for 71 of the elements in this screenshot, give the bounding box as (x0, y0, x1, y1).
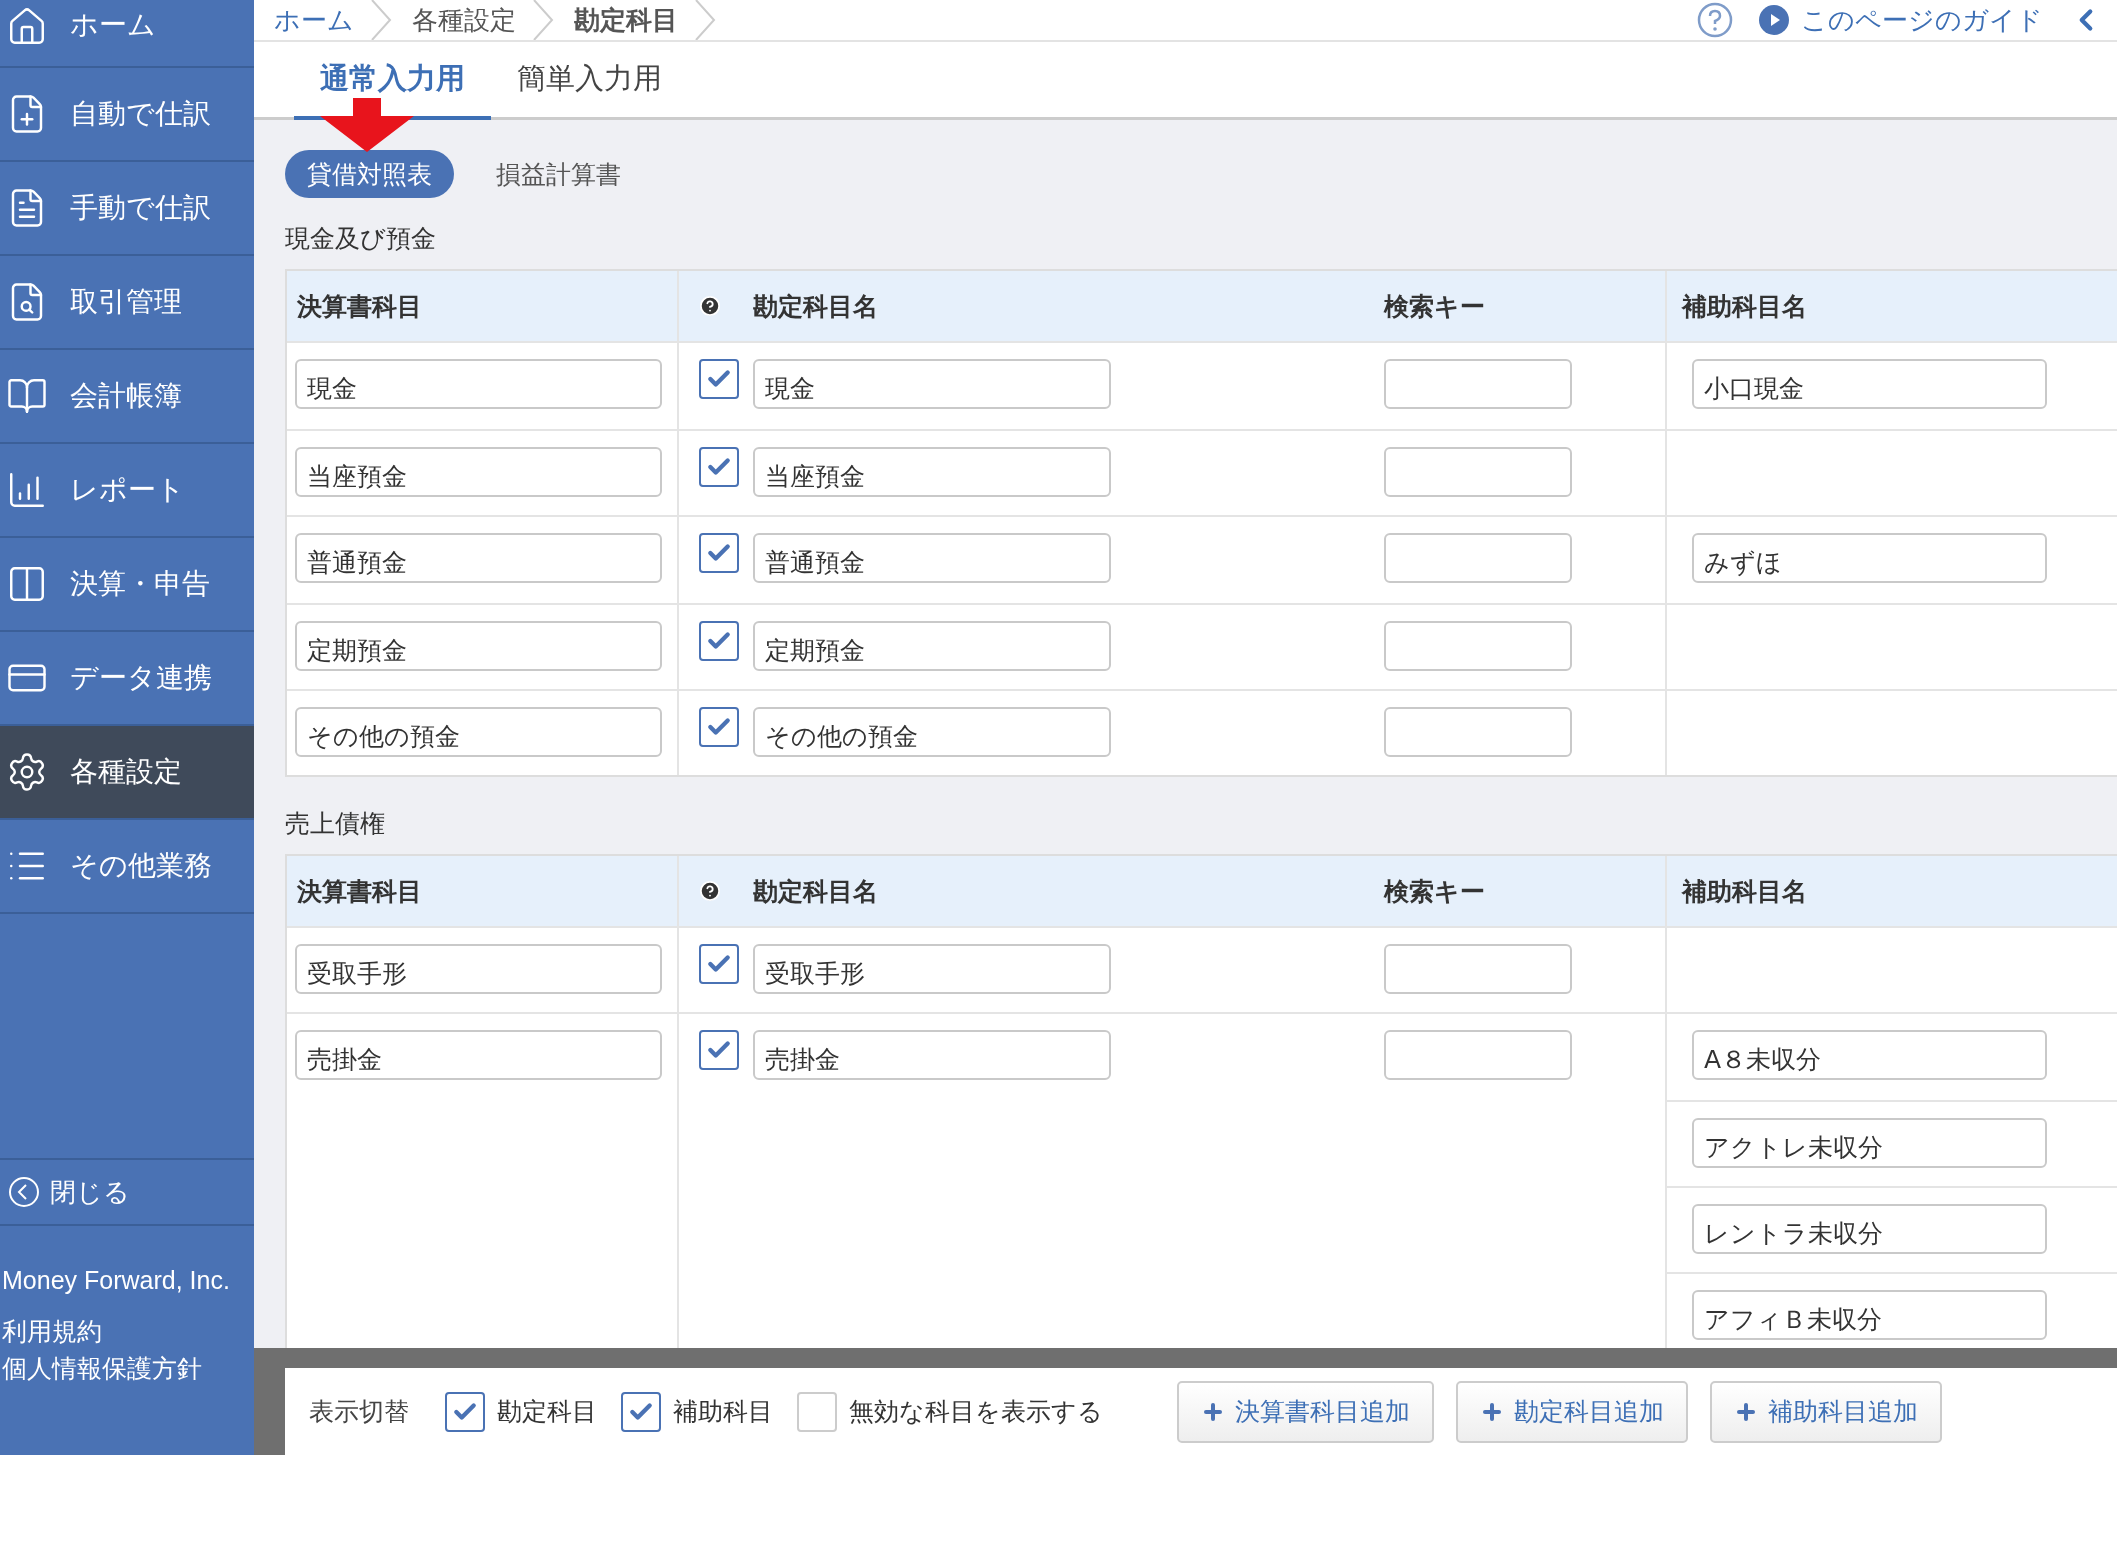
breadcrumb-item[interactable]: ホーム (274, 2, 368, 38)
input-field[interactable] (1384, 707, 1572, 757)
section-title: 現金及び預金 (285, 223, 436, 255)
input-field[interactable]: 現金 (295, 359, 662, 409)
display-toggle-label: 表示切替 (309, 1396, 409, 1428)
column-header: 補助科目名 (1682, 290, 1807, 323)
input-field[interactable] (1384, 1030, 1572, 1080)
input-field[interactable]: その他の預金 (295, 707, 662, 757)
section-title: 売上債権 (285, 808, 385, 840)
input-field[interactable]: 普通預金 (295, 533, 662, 583)
input-field[interactable]: 受取手形 (295, 944, 662, 994)
checkbox[interactable] (699, 359, 739, 399)
footer-link[interactable]: 個人情報保護方針 (2, 1352, 202, 1385)
input-field[interactable]: 現金 (753, 359, 1111, 409)
input-field[interactable] (1384, 359, 1572, 409)
checkbox[interactable] (699, 1030, 739, 1070)
back-circle-icon (8, 1176, 40, 1208)
sidebar-item[interactable]: 各種設定 (0, 726, 254, 820)
input-field[interactable] (1384, 944, 1572, 994)
breadcrumb-item[interactable]: 勘定科目 (574, 2, 692, 38)
guide-link[interactable]: このページのガイド (1759, 2, 2043, 38)
column-header: 勘定科目名 (753, 875, 879, 908)
input-field[interactable]: 受取手形 (753, 944, 1111, 994)
input-field[interactable]: A８未収分 (1692, 1030, 2047, 1080)
breadcrumb-separator-icon (368, 0, 394, 40)
input-field[interactable]: 売掛金 (295, 1030, 662, 1080)
checkbox-label: 勘定科目 (497, 1396, 597, 1428)
input-field[interactable]: その他の預金 (753, 707, 1111, 757)
checkbox[interactable] (699, 707, 739, 747)
checkbox[interactable] (699, 447, 739, 487)
input-field[interactable] (1384, 621, 1572, 671)
input-field[interactable]: 売掛金 (753, 1030, 1111, 1080)
column-header: 検索キー (1384, 290, 1485, 323)
tab[interactable]: 簡単入力用 (491, 42, 688, 120)
input-field[interactable]: 当座預金 (295, 447, 662, 497)
input-field[interactable]: アフィＢ未収分 (1692, 1290, 2047, 1340)
footer-link[interactable]: 利用規約 (2, 1315, 102, 1348)
checkbox[interactable] (699, 621, 739, 661)
column-header: 決算書科目 (297, 875, 422, 908)
checkbox[interactable] (621, 1391, 661, 1432)
column-header: 検索キー (1384, 875, 1485, 908)
breadcrumb-separator-icon (692, 0, 718, 40)
input-field[interactable]: レントラ未収分 (1692, 1204, 2047, 1254)
checkbox-label: 補助科目 (673, 1396, 773, 1428)
input-field[interactable]: 当座預金 (753, 447, 1111, 497)
checkbox[interactable] (445, 1391, 485, 1432)
input-field[interactable]: 普通預金 (753, 533, 1111, 583)
checkbox-label: 無効な科目を表示する (849, 1396, 1103, 1428)
column-header: 決算書科目 (297, 290, 422, 323)
checkbox[interactable] (699, 944, 739, 984)
close-sidebar-button[interactable]: 閉じる (0, 1158, 254, 1226)
input-field[interactable] (1384, 447, 1572, 497)
input-field[interactable]: アクトレ未収分 (1692, 1118, 2047, 1168)
play-icon (1759, 5, 1789, 35)
input-field[interactable]: 小口現金 (1692, 359, 2047, 409)
add-button[interactable]: 勘定科目追加 (1456, 1380, 1688, 1443)
breadcrumb-item[interactable]: 各種設定 (412, 2, 530, 38)
add-button[interactable]: 決算書科目追加 (1177, 1380, 1434, 1443)
input-field[interactable] (1384, 533, 1572, 583)
column-header: 補助科目名 (1682, 875, 1807, 908)
checkbox[interactable] (699, 533, 739, 573)
input-field[interactable]: みずほ (1692, 533, 2047, 583)
company-name: Money Forward, Inc. (1, 1265, 231, 1296)
statement-tab[interactable]: 損益計算書 (474, 150, 643, 198)
input-field[interactable]: 定期預金 (753, 621, 1111, 671)
add-button[interactable]: 補助科目追加 (1710, 1380, 1942, 1443)
statement-tab[interactable]: 貸借対照表 (285, 150, 454, 198)
column-header: 勘定科目名 (753, 290, 879, 323)
breadcrumb-separator-icon (530, 0, 556, 40)
sidebar-item[interactable]: ホーム (0, 0, 254, 68)
input-field[interactable]: 定期預金 (295, 621, 662, 671)
